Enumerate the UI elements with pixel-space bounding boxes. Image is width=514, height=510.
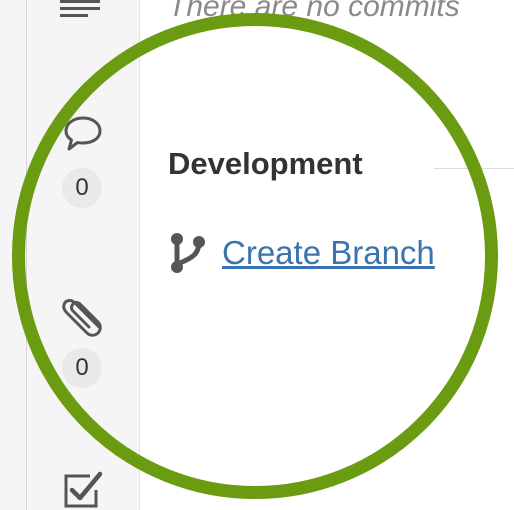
development-section-title: Development (168, 146, 363, 181)
checkbox-icon[interactable] (60, 468, 106, 510)
branch-icon (171, 233, 205, 273)
section-divider (434, 168, 514, 169)
create-branch-link[interactable]: Create Branch (168, 228, 435, 278)
no-commits-message: There are no commits (168, 0, 460, 23)
comment-count-badge: 0 (62, 168, 102, 208)
issue-detail-view: 0 0 There are no commits Development Cre… (0, 0, 514, 510)
paperclip-icon[interactable] (60, 292, 110, 338)
create-branch-label: Create Branch (222, 234, 435, 271)
attachment-count-badge: 0 (62, 348, 102, 388)
issue-sidebar: 0 0 (0, 0, 140, 510)
speech-bubble-icon[interactable] (62, 114, 104, 156)
text-lines-icon[interactable] (60, 0, 106, 20)
